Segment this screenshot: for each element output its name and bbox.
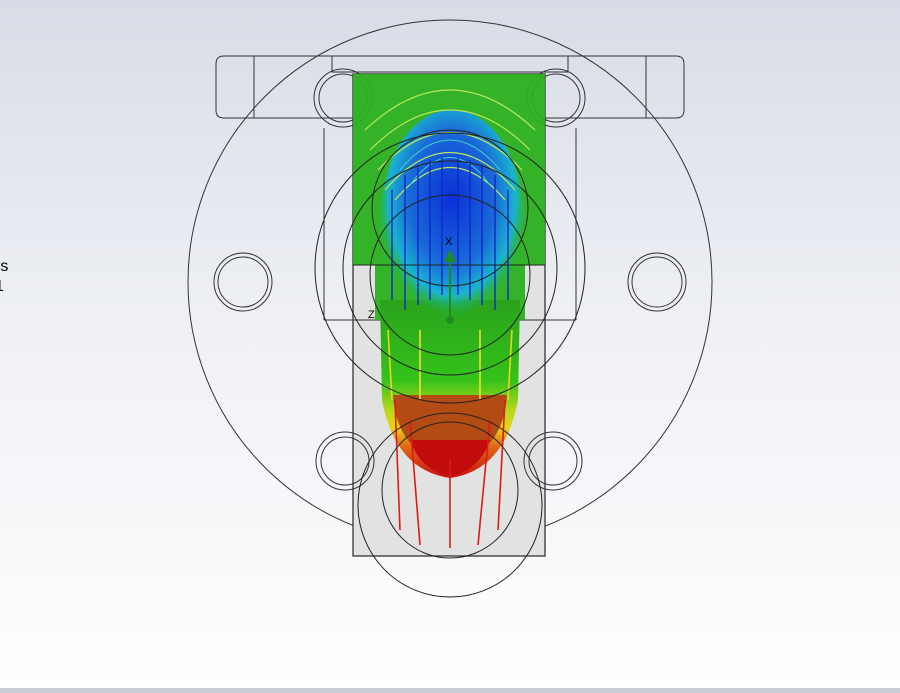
cad-viewport[interactable]: X Z bbox=[0, 0, 900, 693]
legend-subtitle-fragment: 1 bbox=[0, 277, 4, 297]
legend-title-fragment: rs bbox=[0, 258, 9, 275]
bracket-inner-top bbox=[331, 56, 569, 73]
left-mounting-hole bbox=[213, 252, 273, 312]
right-mounting-hole bbox=[627, 252, 687, 312]
triad-z-label: Z bbox=[368, 309, 375, 321]
right-mounting-hole-inner bbox=[631, 256, 683, 308]
left-mounting-hole-inner bbox=[217, 256, 269, 308]
triad-x-label: X bbox=[445, 236, 453, 248]
bottom-status-strip bbox=[0, 688, 900, 693]
flow-velocity-core bbox=[380, 110, 524, 330]
